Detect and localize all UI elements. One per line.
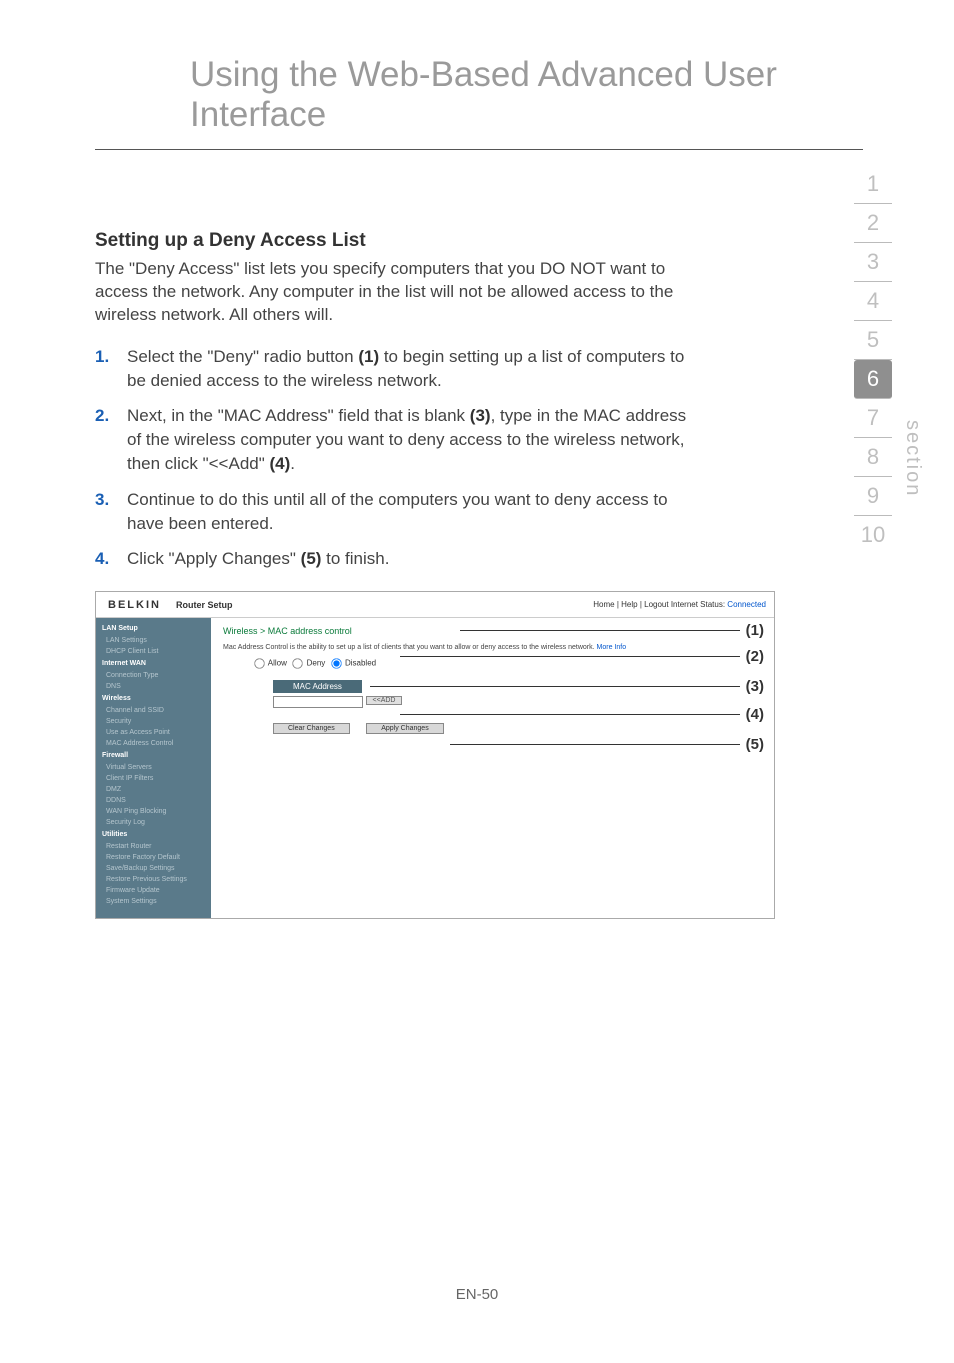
sidebar-item[interactable]: System Settings — [96, 896, 211, 907]
sidebar-item[interactable]: Security — [96, 716, 211, 727]
deny-label: Deny — [307, 659, 326, 668]
mac-header: MAC Address — [273, 680, 362, 693]
callout-2: (2) — [746, 648, 764, 665]
status-connected: Connected — [727, 600, 766, 609]
sidebar-item[interactable]: Connection Type — [96, 670, 211, 681]
callout-line-4 — [400, 714, 740, 715]
section-nav-9[interactable]: 9 — [854, 477, 892, 516]
section-heading: Setting up a Deny Access List — [95, 230, 700, 252]
sidebar-item[interactable]: DHCP Client List — [96, 646, 211, 657]
section-label: section — [901, 420, 924, 497]
screenshot-topbar: BELKIN Router Setup Home | Help | Logout… — [96, 592, 774, 618]
sidebar-item[interactable]: Client IP Filters — [96, 773, 211, 784]
callout-line-2 — [400, 656, 740, 657]
section-nav-6[interactable]: 6 — [854, 360, 892, 399]
section-nav-10[interactable]: 10 — [854, 516, 892, 554]
step-number: 3. — [95, 488, 127, 536]
mac-input[interactable] — [273, 696, 363, 708]
sidebar-item[interactable]: DNS — [96, 681, 211, 692]
step-2: 2. Next, in the "MAC Address" field that… — [95, 404, 700, 475]
page-number: EN-50 — [0, 1286, 954, 1303]
section-nav-3[interactable]: 3 — [854, 243, 892, 282]
sidebar-item[interactable]: Firmware Update — [96, 885, 211, 896]
step-text: Select the "Deny" radio button (1) to be… — [127, 345, 700, 393]
deny-radio[interactable] — [293, 658, 303, 668]
sidebar-item[interactable]: DDNS — [96, 795, 211, 806]
step-3: 3. Continue to do this until all of the … — [95, 488, 700, 536]
section-nav-7[interactable]: 7 — [854, 399, 892, 438]
callout-5: (5) — [746, 736, 764, 753]
step-number: 4. — [95, 547, 127, 571]
belkin-logo: BELKIN — [96, 599, 176, 611]
section-nav-2[interactable]: 2 — [854, 204, 892, 243]
sidebar-header: Utilities — [96, 828, 211, 841]
section-nav-8[interactable]: 8 — [854, 438, 892, 477]
router-setup-label: Router Setup — [176, 600, 233, 610]
step-text: Click "Apply Changes" (5) to finish. — [127, 547, 700, 571]
section-nav-4[interactable]: 4 — [854, 282, 892, 321]
allow-label: Allow — [268, 659, 287, 668]
content-area: Setting up a Deny Access List The "Deny … — [0, 150, 700, 919]
sidebar-item[interactable]: Virtual Servers — [96, 762, 211, 773]
sidebar-header: Wireless — [96, 692, 211, 705]
more-info-link[interactable]: More Info — [597, 644, 627, 651]
breadcrumb: Wireless > MAC address control — [223, 626, 762, 636]
sidebar-item[interactable]: Channel and SSID — [96, 705, 211, 716]
page-title: Using the Web-Based Advanced User Interf… — [95, 0, 863, 150]
step-1: 1. Select the "Deny" radio button (1) to… — [95, 345, 700, 393]
section-nav-5[interactable]: 5 — [854, 321, 892, 360]
apply-changes-button[interactable]: Apply Changes — [366, 723, 443, 734]
section-nav: 12345678910 — [854, 165, 892, 554]
screenshot-sidebar: LAN SetupLAN SettingsDHCP Client ListInt… — [96, 618, 211, 918]
step-number: 1. — [95, 345, 127, 393]
sidebar-item[interactable]: WAN Ping Blocking — [96, 806, 211, 817]
sidebar-item[interactable]: LAN Settings — [96, 635, 211, 646]
clear-changes-button[interactable]: Clear Changes — [273, 723, 350, 734]
top-links: Home | Help | Logout Internet Status: Co… — [593, 600, 774, 609]
sidebar-item[interactable]: DMZ — [96, 784, 211, 795]
callout-3: (3) — [746, 678, 764, 695]
allow-radio[interactable] — [254, 658, 264, 668]
step-text: Next, in the "MAC Address" field that is… — [127, 404, 700, 475]
callout-line-5 — [450, 744, 740, 745]
router-screenshot: BELKIN Router Setup Home | Help | Logout… — [95, 591, 775, 919]
intro-text: The "Deny Access" list lets you specify … — [95, 258, 700, 327]
section-nav-1[interactable]: 1 — [854, 165, 892, 204]
add-button[interactable]: <<ADD — [366, 696, 403, 705]
sidebar-item[interactable]: Restart Router — [96, 841, 211, 852]
sidebar-header: Internet WAN — [96, 657, 211, 670]
sidebar-header: Firewall — [96, 749, 211, 762]
callout-line-3 — [370, 686, 740, 687]
disabled-radio[interactable] — [331, 658, 341, 668]
mac-desc: Mac Address Control is the ability to se… — [223, 644, 762, 651]
callout-1: (1) — [746, 622, 764, 639]
step-4: 4. Click "Apply Changes" (5) to finish. — [95, 547, 700, 571]
sidebar-item[interactable]: Restore Previous Settings — [96, 874, 211, 885]
step-number: 2. — [95, 404, 127, 475]
callout-4: (4) — [746, 706, 764, 723]
sidebar-item[interactable]: Use as Access Point — [96, 727, 211, 738]
sidebar-item[interactable]: Security Log — [96, 817, 211, 828]
screenshot-main: Wireless > MAC address control Mac Addre… — [211, 618, 774, 918]
sidebar-item[interactable]: MAC Address Control — [96, 738, 211, 749]
sidebar-item[interactable]: Restore Factory Default — [96, 852, 211, 863]
sidebar-item[interactable]: Save/Backup Settings — [96, 863, 211, 874]
sidebar-header: LAN Setup — [96, 622, 211, 635]
disabled-label: Disabled — [345, 659, 376, 668]
step-text: Continue to do this until all of the com… — [127, 488, 700, 536]
steps-list: 1. Select the "Deny" radio button (1) to… — [95, 345, 700, 571]
callout-line-1 — [460, 630, 740, 631]
radio-row: Allow Deny Disabled — [253, 657, 762, 670]
